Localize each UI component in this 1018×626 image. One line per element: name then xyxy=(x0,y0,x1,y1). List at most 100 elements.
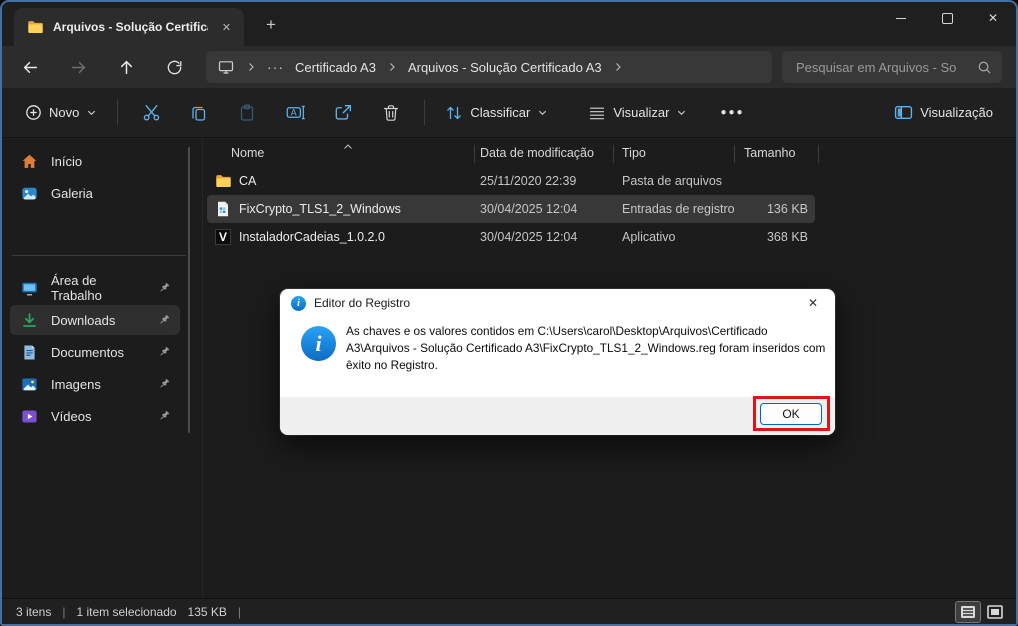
paste-button[interactable] xyxy=(227,95,267,131)
sidebar-item-imagens[interactable]: Imagens xyxy=(10,369,180,399)
dialog-footer xyxy=(280,397,835,435)
maximize-button[interactable] xyxy=(924,2,970,34)
window-close-button[interactable]: ✕ xyxy=(970,2,1016,34)
pin-icon xyxy=(157,377,171,391)
delete-button[interactable] xyxy=(371,95,411,131)
breadcrumb-segment[interactable]: Certificado A3 xyxy=(295,60,376,75)
forward-button[interactable] xyxy=(60,50,96,84)
column-header-type[interactable]: Tipo xyxy=(622,146,646,160)
selection-summary: 1 item selecionado xyxy=(76,604,177,619)
chevron-down-icon xyxy=(539,110,547,116)
refresh-button[interactable] xyxy=(156,50,192,84)
gallery-icon xyxy=(21,185,38,202)
search-icon[interactable] xyxy=(977,60,992,75)
new-button[interactable]: Novo xyxy=(14,95,108,131)
list-icon xyxy=(590,107,605,119)
status-divider: | xyxy=(62,604,66,619)
new-tab-button[interactable]: + xyxy=(258,12,284,38)
application-icon: V xyxy=(215,223,231,251)
back-button[interactable] xyxy=(12,50,48,84)
documents-icon xyxy=(21,344,38,361)
nav-buttons xyxy=(12,50,192,84)
minimize-button[interactable] xyxy=(878,2,924,34)
info-icon: i xyxy=(291,295,306,311)
explorer-tab[interactable]: Arquivos - Solução Certificado ✕ xyxy=(14,8,244,46)
search-input[interactable] xyxy=(794,58,977,76)
chevron-down-icon xyxy=(88,110,96,116)
view-button[interactable]: Visualizar xyxy=(577,95,698,131)
tab-title: Arquivos - Solução Certificado xyxy=(53,20,208,34)
breadcrumb-ellipsis[interactable]: ··· xyxy=(267,59,284,75)
navigation-pane: Início Galeria Área de Trabalho Download… xyxy=(2,139,202,598)
sidebar-item-documentos[interactable]: Documentos xyxy=(10,337,180,367)
address-bar: ··· Certificado A3 Arquivos - Solução Ce… xyxy=(2,46,1016,88)
sidebar-item-downloads[interactable]: Downloads xyxy=(10,305,180,335)
application-icon-letter: V xyxy=(215,229,231,245)
sidebar-item-label: Downloads xyxy=(51,312,116,328)
more-options-button[interactable]: ●●● xyxy=(710,95,754,131)
sidebar-scrollbar[interactable] xyxy=(188,147,190,433)
cut-button[interactable] xyxy=(131,95,171,131)
pin-icon xyxy=(157,409,171,423)
file-row-ca[interactable]: CA 25/11/2020 22:39 Pasta de arquivos xyxy=(207,167,815,195)
large-icons-view-button[interactable] xyxy=(983,602,1007,622)
new-button-label: Novo xyxy=(49,105,80,120)
file-size xyxy=(707,167,808,195)
sidebar-item-area-de-trabalho[interactable]: Área de Trabalho xyxy=(10,273,180,303)
chevron-down-icon xyxy=(678,110,686,116)
sidebar-item-galeria[interactable]: Galeria xyxy=(10,178,180,208)
dialog-close-button[interactable]: ✕ xyxy=(793,289,833,317)
this-pc-icon[interactable] xyxy=(218,59,235,76)
column-divider[interactable] xyxy=(474,145,475,163)
registry-editor-dialog: i Editor do Registro ✕ i As chaves e os … xyxy=(280,289,835,435)
column-divider[interactable] xyxy=(818,145,819,163)
svg-text:A: A xyxy=(291,107,297,117)
downloads-icon xyxy=(21,312,38,329)
item-count: 3 itens xyxy=(16,604,52,619)
large-icons-view-icon xyxy=(987,605,1003,619)
sort-button[interactable]: Classificar xyxy=(434,95,559,131)
file-row-instaladorcadeias[interactable]: V InstaladorCadeias_1.0.2.0 30/04/2025 1… xyxy=(207,223,815,251)
chevron-right-icon xyxy=(615,63,621,71)
copy-button[interactable] xyxy=(179,95,219,131)
dialog-title-bar[interactable]: i Editor do Registro xyxy=(280,289,835,317)
column-header-name[interactable]: Nome xyxy=(231,146,264,160)
file-type: Aplicativo xyxy=(622,230,676,244)
file-size: 368 KB xyxy=(766,230,808,244)
pin-icon xyxy=(157,345,171,359)
toolbar-separator xyxy=(424,100,426,125)
file-name: CA xyxy=(239,174,257,188)
sidebar-item-label: Área de Trabalho xyxy=(51,273,102,303)
column-divider[interactable] xyxy=(613,145,614,163)
up-button[interactable] xyxy=(108,50,144,84)
column-divider[interactable] xyxy=(734,145,735,163)
share-button[interactable] xyxy=(323,95,363,131)
preview-pane-button[interactable]: Visualização xyxy=(883,95,1004,131)
column-header-modified[interactable]: Data de modificação xyxy=(480,146,594,160)
sidebar-item-inicio[interactable]: Início xyxy=(10,146,180,176)
column-header-size[interactable]: Tamanho xyxy=(744,146,795,160)
rename-button[interactable]: A xyxy=(275,95,315,131)
status-bar: 3 itens | 1 item selecionado 135 KB | xyxy=(2,598,1016,624)
tab-bar: Arquivos - Solução Certificado ✕ + ✕ xyxy=(2,2,1016,46)
breadcrumb-segment[interactable]: Arquivos - Solução Certificado A3 xyxy=(408,60,602,75)
file-row-fixcrypto[interactable]: FixCrypto_TLS1_2_Windows 30/04/2025 12:0… xyxy=(207,195,815,223)
ok-button[interactable]: OK xyxy=(760,403,822,425)
breadcrumb[interactable]: ··· Certificado A3 Arquivos - Solução Ce… xyxy=(206,51,772,83)
registry-file-icon xyxy=(215,195,231,223)
file-size: 136 KB xyxy=(766,202,808,216)
desktop-icon xyxy=(21,280,38,297)
paste-icon xyxy=(241,104,254,121)
folder-icon xyxy=(215,167,232,195)
sort-icon xyxy=(447,106,462,119)
search-box[interactable] xyxy=(782,51,1002,83)
command-bar: Novo A Classificar Visualizar ●●● Visual… xyxy=(2,88,1016,138)
tab-close-icon[interactable]: ✕ xyxy=(217,18,236,37)
sidebar-item-label: Vídeos xyxy=(51,408,92,424)
preview-pane-icon xyxy=(895,106,913,119)
sort-ascending-icon xyxy=(343,140,353,154)
sidebar-item-label: Galeria xyxy=(51,185,93,201)
back-icon xyxy=(23,61,37,73)
sidebar-item-videos[interactable]: Vídeos xyxy=(10,401,180,431)
details-view-button[interactable] xyxy=(955,601,981,623)
